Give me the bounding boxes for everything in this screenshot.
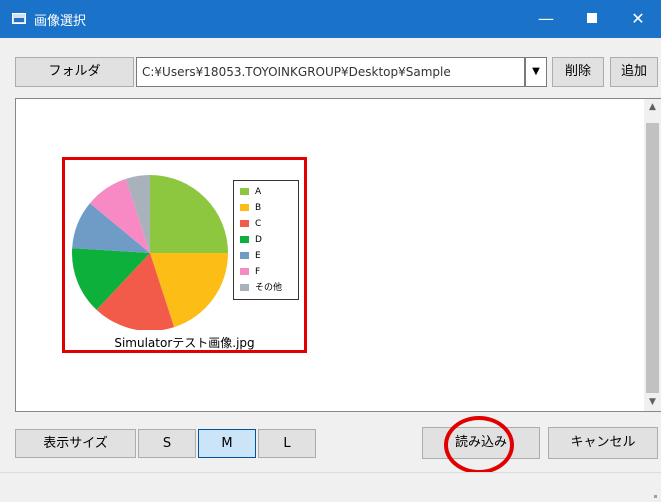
resize-grip-icon: [654, 495, 657, 498]
maximize-button[interactable]: [569, 0, 615, 38]
scroll-up-icon[interactable]: ▲: [644, 99, 661, 116]
folder-button[interactable]: フォルダ: [15, 57, 134, 87]
window-title: 画像選択: [34, 14, 87, 29]
chart-legend: A B C D E F その他: [233, 180, 299, 300]
legend-label: その他: [255, 283, 283, 293]
legend-swatch: [240, 220, 249, 227]
folder-path-field[interactable]: C:¥Users¥18053.TOYOINKGROUP¥Desktop¥Samp…: [136, 57, 525, 87]
pie-slice-1: [150, 175, 228, 253]
legend-swatch: [240, 284, 249, 291]
image-list-panel[interactable]: A B C D E F その他 Simulatorテスト画像.jpg ▲ ▼: [15, 98, 661, 412]
legend-label: B: [255, 203, 262, 213]
legend-item: B: [240, 202, 261, 214]
scroll-down-icon[interactable]: ▼: [644, 394, 661, 411]
size-m-button[interactable]: M: [198, 429, 256, 458]
image-thumbnail-item[interactable]: A B C D E F その他 Simulatorテスト画像.jpg: [62, 157, 307, 353]
legend-label: E: [255, 251, 261, 261]
add-button[interactable]: 追加: [610, 57, 658, 87]
maximize-icon: [587, 13, 597, 23]
close-button[interactable]: ✕: [615, 0, 661, 38]
dropdown-arrow-icon: ▼: [532, 66, 540, 77]
legend-swatch: [240, 268, 249, 275]
legend-item: その他: [240, 282, 282, 294]
cancel-button[interactable]: キャンセル: [548, 427, 658, 459]
legend-label: C: [255, 219, 262, 229]
delete-button[interactable]: 削除: [552, 57, 604, 87]
size-s-button[interactable]: S: [138, 429, 196, 458]
legend-swatch: [240, 188, 249, 195]
minimize-button[interactable]: —: [523, 0, 569, 38]
folder-dropdown-button[interactable]: ▼: [525, 57, 547, 87]
legend-item: F: [240, 266, 260, 278]
close-icon: ✕: [631, 9, 645, 28]
legend-item: D: [240, 234, 262, 246]
legend-swatch: [240, 252, 249, 259]
status-bar: [0, 472, 661, 502]
legend-label: F: [255, 267, 261, 277]
size-l-button[interactable]: L: [258, 429, 316, 458]
legend-label: A: [255, 187, 262, 197]
title-bar: 画像選択 — ✕: [0, 0, 661, 38]
window-icon: [12, 13, 26, 24]
vertical-scrollbar[interactable]: ▲ ▼: [644, 99, 661, 411]
legend-item: E: [240, 250, 261, 262]
display-size-button[interactable]: 表示サイズ: [15, 429, 136, 458]
image-filename-label: Simulatorテスト画像.jpg: [114, 336, 255, 350]
legend-swatch: [240, 236, 249, 243]
legend-swatch: [240, 204, 249, 211]
legend-item: C: [240, 218, 261, 230]
legend-item: A: [240, 186, 261, 198]
legend-label: D: [255, 235, 262, 245]
scrollbar-thumb[interactable]: [646, 123, 659, 393]
highlight-circle-annotation: [444, 416, 514, 474]
